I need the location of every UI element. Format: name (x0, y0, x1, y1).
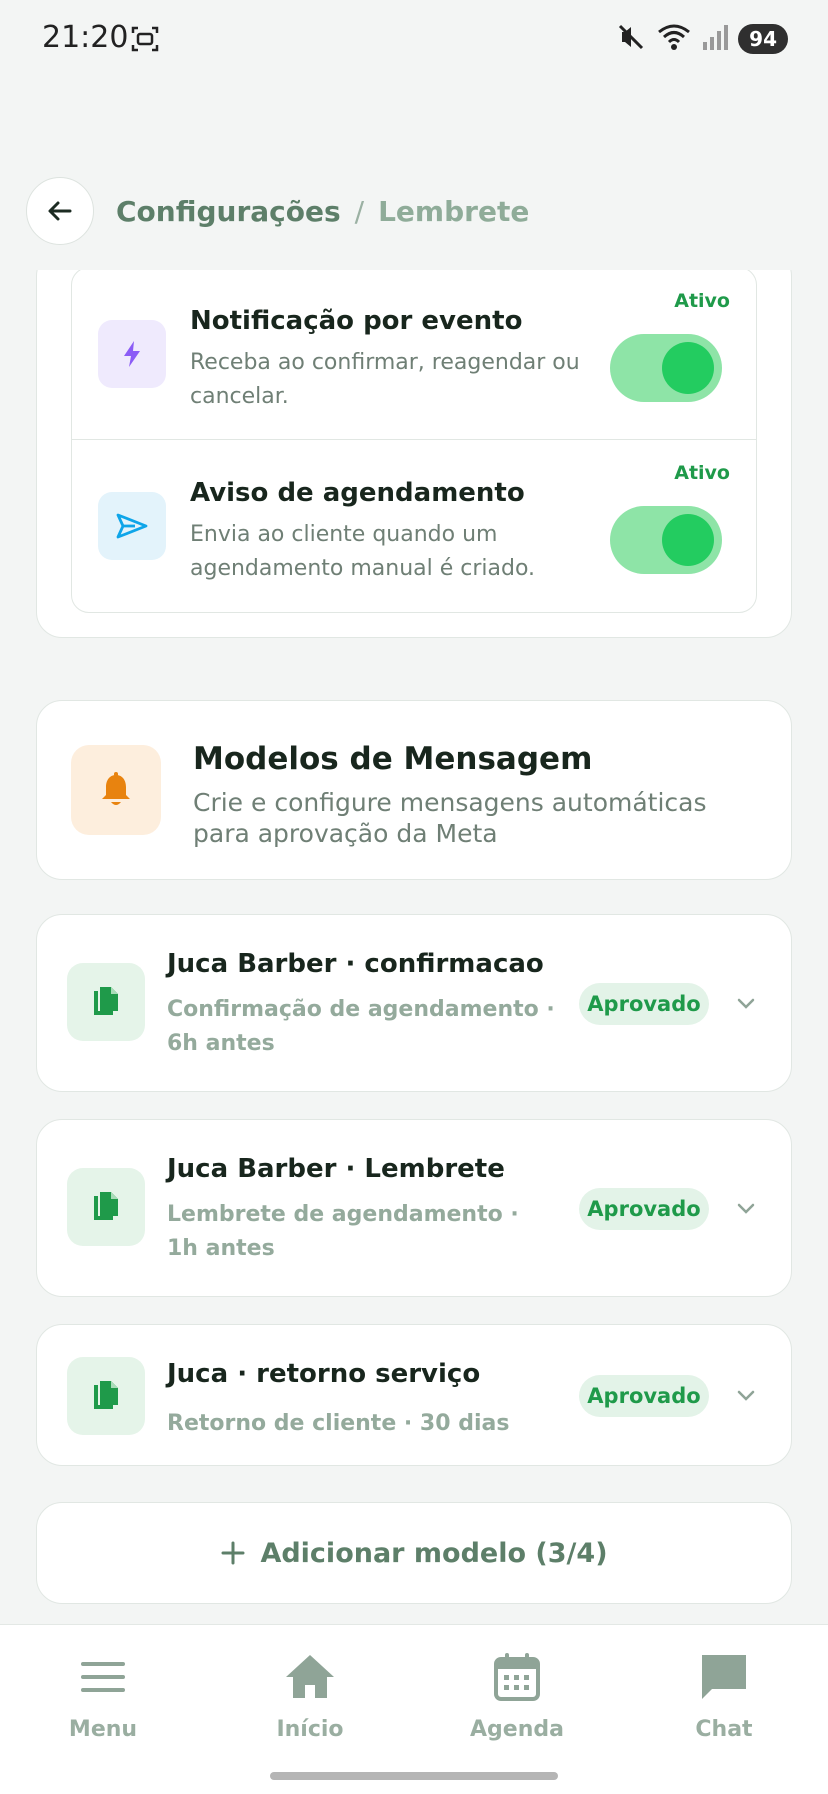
chat-icon (702, 1655, 746, 1699)
send-icon (98, 492, 166, 560)
chevron-down-icon[interactable] (733, 1196, 759, 1222)
wifi-icon (656, 22, 692, 56)
template-card[interactable]: Juca Barber · Lembrete Lembrete de agend… (36, 1119, 792, 1297)
header: Configurações / Lembrete (26, 176, 529, 246)
toggle-knob (662, 514, 714, 566)
setting-row-scheduling-notice: Aviso de agendamento Envia ao cliente qu… (72, 440, 756, 612)
template-meta: Confirmação de agendamento · 6h antes (167, 997, 555, 1056)
template-card[interactable]: Juca Barber · confirmacao Confirmação de… (36, 914, 792, 1092)
bell-icon (71, 745, 161, 835)
nav-label: Menu (68, 1717, 138, 1742)
nav-item-chat[interactable]: Chat (654, 1649, 794, 1742)
arrow-left-icon (48, 201, 72, 221)
battery-indicator: 94 (738, 24, 788, 54)
setting-title: Notificação por evento (190, 306, 523, 336)
add-template-label: Adicionar modelo (3/4) (260, 1537, 608, 1569)
setting-title: Aviso de agendamento (190, 478, 525, 508)
breadcrumb-parent[interactable]: Configurações (116, 195, 341, 228)
status-time: 21:20 (42, 20, 129, 55)
breadcrumb-current: Lembrete (378, 194, 530, 228)
toggle-knob (662, 342, 714, 394)
nav-label: Chat (695, 1717, 753, 1742)
notification-settings-card: Notificação por evento Receba ao confirm… (36, 270, 792, 638)
template-title: Juca Barber · Lembrete (167, 1154, 505, 1184)
home-indicator[interactable] (270, 1772, 558, 1780)
calendar-icon (494, 1653, 540, 1701)
screenshot-icon (130, 24, 160, 54)
mute-icon (616, 22, 646, 56)
scheduling-notice-toggle[interactable] (610, 506, 722, 574)
nav-item-menu[interactable]: Menu (33, 1649, 173, 1742)
template-meta: Lembrete de agendamento · 1h antes (167, 1202, 519, 1261)
add-template-button[interactable]: Adicionar modelo (3/4) (36, 1502, 792, 1604)
setting-status: Ativo (674, 462, 730, 484)
back-button[interactable] (26, 177, 94, 245)
event-notification-toggle[interactable] (610, 334, 722, 402)
signal-icon (702, 22, 729, 56)
template-meta: Retorno de cliente · 30 dias (167, 1411, 510, 1436)
home-icon (286, 1655, 334, 1698)
template-title: Juca · retorno serviço (167, 1359, 481, 1389)
status-badge: Aprovado (579, 1188, 709, 1230)
setting-description: Envia ao cliente quando um agendamento m… (190, 522, 536, 581)
document-icon (67, 1357, 145, 1435)
document-icon (67, 1168, 145, 1246)
content-scroll-area[interactable]: Notificação por evento Receba ao confirm… (0, 270, 828, 1624)
status-bar: 21:20 94 (0, 0, 828, 80)
document-icon (67, 963, 145, 1041)
nav-label: Agenda (470, 1717, 564, 1742)
setting-status: Ativo (674, 290, 730, 312)
template-card[interactable]: Juca · retorno serviço Retorno de client… (36, 1324, 792, 1466)
status-badge: Aprovado (579, 983, 709, 1025)
section-title: Modelos de Mensagem (193, 741, 593, 777)
template-title: Juca Barber · confirmacao (167, 949, 544, 979)
settings-list: Notificação por evento Receba ao confirm… (71, 270, 757, 613)
setting-description: Receba ao confirmar, reagendar ou cancel… (190, 350, 580, 409)
breadcrumb-separator: / (354, 194, 365, 228)
lightning-icon (98, 320, 166, 388)
section-subtitle: Crie e configure mensagens automáticas p… (193, 788, 707, 848)
chevron-down-icon[interactable] (733, 1383, 759, 1409)
menu-icon (81, 1662, 125, 1692)
chevron-down-icon[interactable] (733, 991, 759, 1017)
bottom-nav: Menu Início Agenda Chat (0, 1624, 828, 1794)
plus-icon (221, 1541, 245, 1565)
breadcrumb: Configurações / Lembrete (116, 195, 529, 228)
nav-item-agenda[interactable]: Agenda (447, 1649, 587, 1742)
nav-label: Início (276, 1717, 344, 1742)
setting-row-event-notification: Notificação por evento Receba ao confirm… (72, 270, 756, 440)
nav-item-home[interactable]: Início (240, 1649, 380, 1742)
message-templates-header: Modelos de Mensagem Crie e configure men… (36, 700, 792, 880)
status-icons: 94 (616, 22, 788, 56)
status-badge: Aprovado (579, 1375, 709, 1417)
